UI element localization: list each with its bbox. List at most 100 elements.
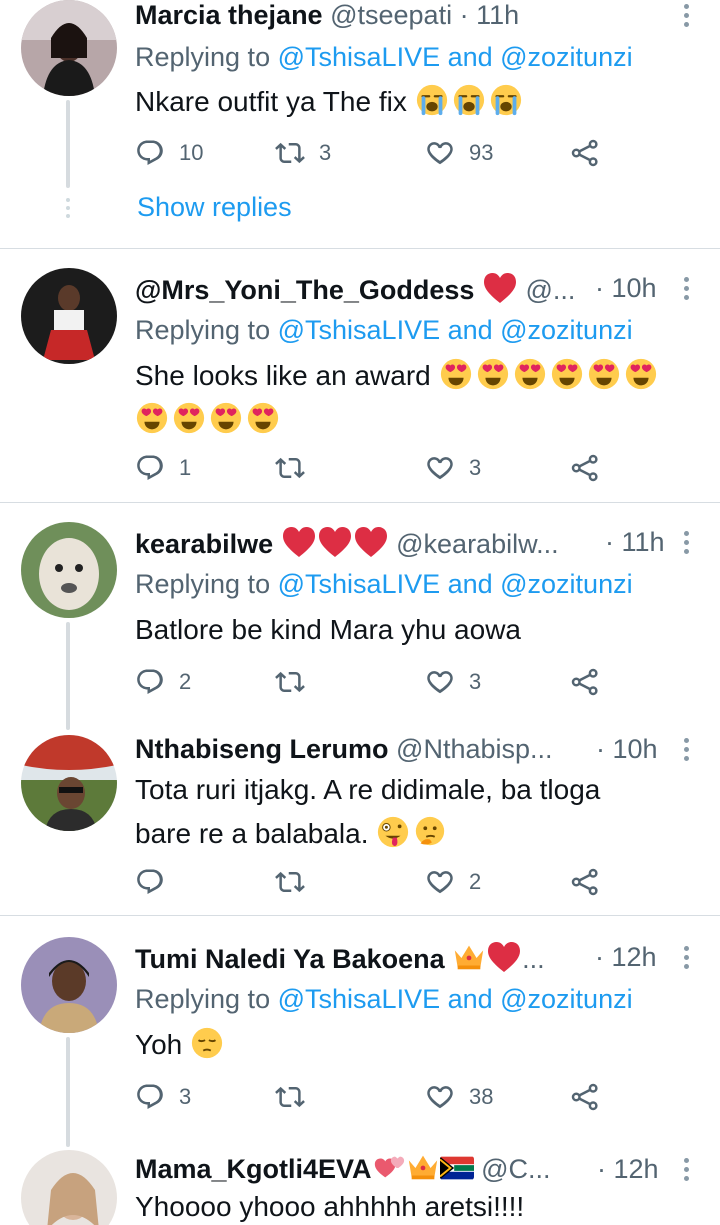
avatar[interactable] <box>21 522 117 618</box>
replying-to: Replying to @TshisaLIVE and @zozitunzi <box>135 40 633 74</box>
tweet-text-content: Yoh <box>135 1029 183 1060</box>
retweet-button[interactable]: 3 <box>275 135 331 171</box>
thread-dots <box>66 198 70 222</box>
share-button[interactable] <box>570 1079 600 1115</box>
reply-icon <box>135 1082 165 1112</box>
tweet-header: Marcia thejane @tseepati · 11h <box>135 0 680 32</box>
more-options-icon[interactable] <box>684 4 690 31</box>
avatar[interactable] <box>21 735 117 831</box>
tweet[interactable]: Marcia thejane @tseepati · 11h Replying … <box>0 0 720 248</box>
retweet-icon <box>275 1082 305 1112</box>
like-button[interactable]: 3 <box>425 450 481 486</box>
show-replies-link[interactable]: Show replies <box>137 192 292 223</box>
retweet-icon <box>275 138 305 168</box>
like-count: 3 <box>469 669 482 694</box>
red-heart-icon <box>317 525 353 559</box>
like-button[interactable]: 38 <box>425 1079 493 1115</box>
reply-button[interactable]: 1 <box>135 450 191 486</box>
thread-line <box>66 622 70 730</box>
heart-icon <box>425 453 455 483</box>
reply-mentions[interactable]: @TshisaLIVE and @zozitunzi <box>278 569 633 599</box>
retweet-button[interactable] <box>275 864 319 900</box>
timestamp[interactable]: · 11h <box>460 0 520 30</box>
reply-count: 1 <box>179 455 192 480</box>
display-name[interactable]: Tumi Naledi Ya Bakoena <box>135 944 445 974</box>
timestamp[interactable]: · 10h <box>595 271 657 305</box>
retweet-button[interactable] <box>275 1079 319 1115</box>
heart-eyes-face-icon <box>587 357 621 391</box>
retweet-button[interactable] <box>275 450 319 486</box>
reply-mentions[interactable]: @TshisaLIVE and @zozitunzi <box>278 42 633 72</box>
like-button[interactable]: 93 <box>425 135 493 171</box>
avatar[interactable] <box>21 268 117 364</box>
reply-button[interactable]: 2 <box>135 664 191 700</box>
reply-button[interactable]: 3 <box>135 1079 191 1115</box>
display-name[interactable]: kearabilwe <box>135 529 273 559</box>
red-heart-icon <box>353 525 389 559</box>
retweet-button[interactable] <box>275 664 319 700</box>
more-options-icon[interactable] <box>684 946 690 973</box>
tweet[interactable]: Mama_Kgotli4EVA @C... · 12h Yhoooo yhooo… <box>0 1150 720 1225</box>
reply-mentions[interactable]: @TshisaLIVE and @zozitunzi <box>278 984 633 1014</box>
heart-eyes-face-icon <box>439 357 473 391</box>
user-handle[interactable]: @C... <box>481 1154 550 1184</box>
user-handle[interactable]: @tseepati <box>330 0 452 30</box>
share-button[interactable] <box>570 864 600 900</box>
replying-to: Replying to @TshisaLIVE and @zozitunzi <box>135 567 633 601</box>
thread-line <box>66 1037 70 1147</box>
tweet-header: kearabilwe @kearabilw... <box>135 525 680 559</box>
thinking-face-icon <box>413 815 447 849</box>
tweet[interactable]: kearabilwe @kearabilw... · 11h Replying … <box>0 522 720 730</box>
reply-icon <box>135 138 165 168</box>
reply-prefix: Replying to <box>135 315 271 345</box>
tweet[interactable]: Nthabiseng Lerumo @Nthabisp... · 10h Tot… <box>0 732 720 915</box>
more-options-icon[interactable] <box>684 1158 690 1185</box>
more-options-icon[interactable] <box>684 738 690 765</box>
tweet-text-content: Yhoooo yhooo ahhhhh aretsi!!!! <box>135 1191 525 1222</box>
more-options-icon[interactable] <box>684 531 690 558</box>
timestamp[interactable]: · 10h <box>596 732 658 766</box>
tweet[interactable]: @Mrs_Yoni_The_Goddess @... · 10h Replyin… <box>0 268 720 502</box>
display-name[interactable]: @Mrs_Yoni_The_Goddess <box>135 275 474 305</box>
loudly-crying-face-icon <box>415 83 449 117</box>
tweet-text: Batlore be kind Mara yhu aowa <box>135 608 695 652</box>
tweet-text-line: bare re a balabala. <box>135 818 369 849</box>
timestamp[interactable]: · 12h <box>595 940 657 974</box>
tweet[interactable]: Tumi Naledi Ya Bakoena ... · 12h Replyin… <box>0 937 720 1147</box>
reply-button[interactable]: 10 <box>135 135 203 171</box>
retweet-icon <box>275 667 305 697</box>
reply-mentions[interactable]: @TshisaLIVE and @zozitunzi <box>278 315 633 345</box>
share-button[interactable] <box>570 664 600 700</box>
more-options-icon[interactable] <box>684 277 690 304</box>
timestamp[interactable]: · 11h <box>605 525 665 559</box>
avatar[interactable] <box>21 1150 117 1225</box>
like-count: 3 <box>469 455 482 480</box>
display-name[interactable]: Nthabiseng Lerumo <box>135 734 389 764</box>
crown-icon <box>452 942 486 972</box>
share-icon <box>570 1082 600 1112</box>
user-handle[interactable]: ... <box>522 944 545 974</box>
tweet-text: Yoh <box>135 1023 695 1067</box>
like-count: 2 <box>469 869 482 894</box>
share-button[interactable] <box>570 135 600 171</box>
display-name[interactable]: Mama_Kgotli4EVA <box>135 1154 372 1184</box>
like-button[interactable]: 3 <box>425 664 481 700</box>
reply-button[interactable] <box>135 864 179 900</box>
user-handle[interactable]: @... <box>525 275 575 305</box>
timestamp[interactable]: · 12h <box>597 1152 659 1186</box>
heart-eyes-face-icon <box>476 357 510 391</box>
display-name[interactable]: Marcia thejane <box>135 0 323 30</box>
heart-eyes-face-icon <box>209 401 243 435</box>
like-button[interactable]: 2 <box>425 864 481 900</box>
tweet-text-content: Batlore be kind Mara yhu aowa <box>135 614 521 645</box>
replying-to: Replying to @TshisaLIVE and @zozitunzi <box>135 982 633 1016</box>
reply-icon <box>135 453 165 483</box>
heart-eyes-face-icon <box>246 401 280 435</box>
user-handle[interactable]: @Nthabisp... <box>396 734 552 764</box>
avatar[interactable] <box>21 937 117 1033</box>
share-button[interactable] <box>570 450 600 486</box>
reply-icon <box>135 667 165 697</box>
user-handle[interactable]: @kearabilw... <box>396 529 558 559</box>
avatar[interactable] <box>21 0 117 96</box>
hearts-icon <box>372 1152 406 1182</box>
